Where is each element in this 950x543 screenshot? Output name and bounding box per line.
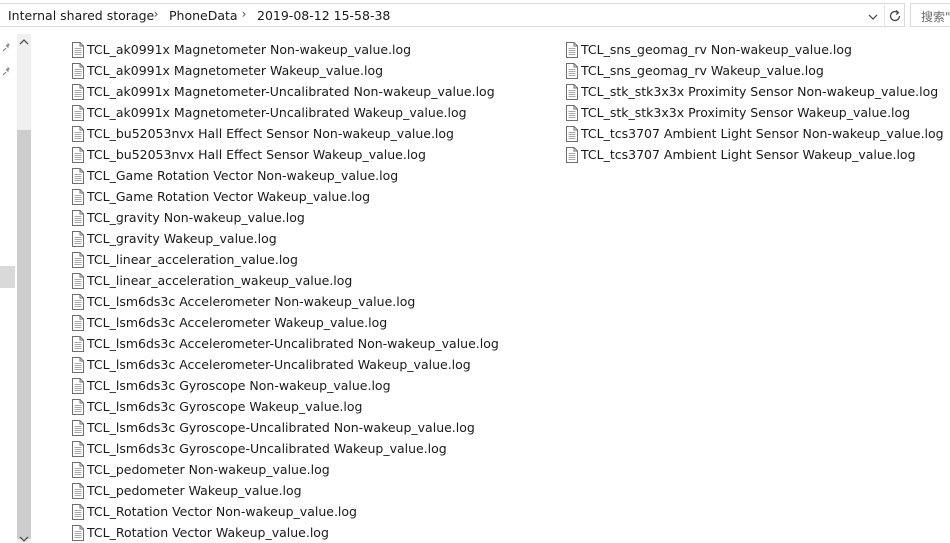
file-name: TCL_linear_acceleration_value.log [87,252,298,267]
text-file-icon [72,252,84,268]
text-file-icon [72,105,84,121]
text-file-icon [72,504,84,520]
text-file-icon [72,210,84,226]
file-name: TCL_lsm6ds3c Accelerometer-Uncalibrated … [87,336,499,351]
pin-icon [1,65,13,77]
breadcrumb-current-folder[interactable]: 2019-08-12 15-58-38 [257,8,390,23]
file-name: TCL_tcs3707 Ambient Light Sensor Wakeup_… [581,147,916,162]
file-name: TCL_ak0991x Magnetometer-Uncalibrated Wa… [87,105,467,120]
address-bar-region: Internal shared storage › PhoneData › 20… [0,0,950,30]
text-file-icon [72,147,84,163]
file-name: TCL_lsm6ds3c Gyroscope Wakeup_value.log [87,399,363,414]
file-name: TCL_lsm6ds3c Accelerometer Wakeup_value.… [87,315,388,330]
file-name: TCL_bu52053nvx Hall Effect Sensor Wakeup… [87,147,426,162]
text-file-icon [566,105,578,121]
breadcrumb-separator-icon[interactable]: › [151,7,161,21]
pin-icon [1,41,13,53]
file-name: TCL_lsm6ds3c Gyroscope Non-wakeup_value.… [87,378,391,393]
file-name: TCL_sns_geomag_rv Wakeup_value.log [581,63,824,78]
search-input[interactable]: 搜索" [910,3,950,27]
scroll-up-icon[interactable] [17,34,31,50]
file-name: TCL_pedometer Non-wakeup_value.log [87,462,330,477]
text-file-icon [72,168,84,184]
navigation-pane [0,30,32,543]
text-file-icon [72,378,84,394]
refresh-icon[interactable] [884,5,904,27]
nav-scrollbar-thumb[interactable] [17,130,31,539]
text-file-icon [566,42,578,58]
search-placeholder: 搜索" [921,10,950,24]
file-name: TCL_pedometer Wakeup_value.log [87,483,302,498]
breadcrumb-phonedata[interactable]: PhoneData [169,8,238,23]
text-file-icon [72,441,84,457]
text-file-icon [72,231,84,247]
breadcrumb-internal-storage[interactable]: Internal shared storage [8,8,154,23]
file-name: TCL_sns_geomag_rv Non-wakeup_value.log [581,42,852,57]
text-file-icon [72,42,84,58]
address-bar[interactable]: Internal shared storage › PhoneData › 20… [0,3,905,27]
text-file-icon [72,84,84,100]
file-name: TCL_Game Rotation Vector Wakeup_value.lo… [87,189,371,204]
text-file-icon [72,315,84,331]
breadcrumb-separator-icon[interactable]: › [239,7,249,21]
file-name: TCL_Game Rotation Vector Non-wakeup_valu… [87,168,399,183]
file-name: TCL_ak0991x Magnetometer Non-wakeup_valu… [87,42,412,57]
text-file-icon [566,63,578,79]
scroll-down-icon[interactable] [17,533,31,543]
nav-selected-marker [0,266,15,288]
file-name: TCL_gravity Wakeup_value.log [87,231,277,246]
text-file-icon [72,399,84,415]
text-file-icon [72,420,84,436]
file-name: TCL_tcs3707 Ambient Light Sensor Non-wak… [581,126,944,141]
text-file-icon [72,336,84,352]
text-file-icon [566,84,578,100]
file-name: TCL_stk_stk3x3x Proximity Sensor Wakeup_… [581,105,911,120]
text-file-icon [72,189,84,205]
text-file-icon [72,483,84,499]
file-name: TCL_linear_acceleration_wakeup_value.log [87,273,353,288]
file-name: TCL_lsm6ds3c Gyroscope-Uncalibrated Wake… [87,441,447,456]
text-file-icon [72,462,84,478]
file-name: TCL_ak0991x Magnetometer Wakeup_value.lo… [87,63,384,78]
file-name: TCL_lsm6ds3c Gyroscope-Uncalibrated Non-… [87,420,475,435]
text-file-icon [566,126,578,142]
text-file-icon [72,126,84,142]
file-name: TCL_lsm6ds3c Accelerometer Non-wakeup_va… [87,294,416,309]
file-name: TCL_Rotation Vector Non-wakeup_value.log [87,504,357,519]
text-file-icon [72,525,84,541]
text-file-icon [72,294,84,310]
text-file-icon [72,273,84,289]
file-name: TCL_stk_stk3x3x Proximity Sensor Non-wak… [581,84,939,99]
file-list: TCL_ak0991x Magnetometer Non-wakeup_valu… [72,40,944,543]
file-name: TCL_bu52053nvx Hall Effect Sensor Non-wa… [87,126,454,141]
chevron-down-icon[interactable] [866,8,880,26]
file-name: TCL_ak0991x Magnetometer-Uncalibrated No… [87,84,495,99]
file-name: TCL_gravity Non-wakeup_value.log [87,210,305,225]
file-name: TCL_lsm6ds3c Accelerometer-Uncalibrated … [87,357,471,372]
text-file-icon [72,357,84,373]
text-file-icon [566,147,578,163]
file-name: TCL_Rotation Vector Wakeup_value.log [87,525,329,540]
text-file-icon [72,63,84,79]
